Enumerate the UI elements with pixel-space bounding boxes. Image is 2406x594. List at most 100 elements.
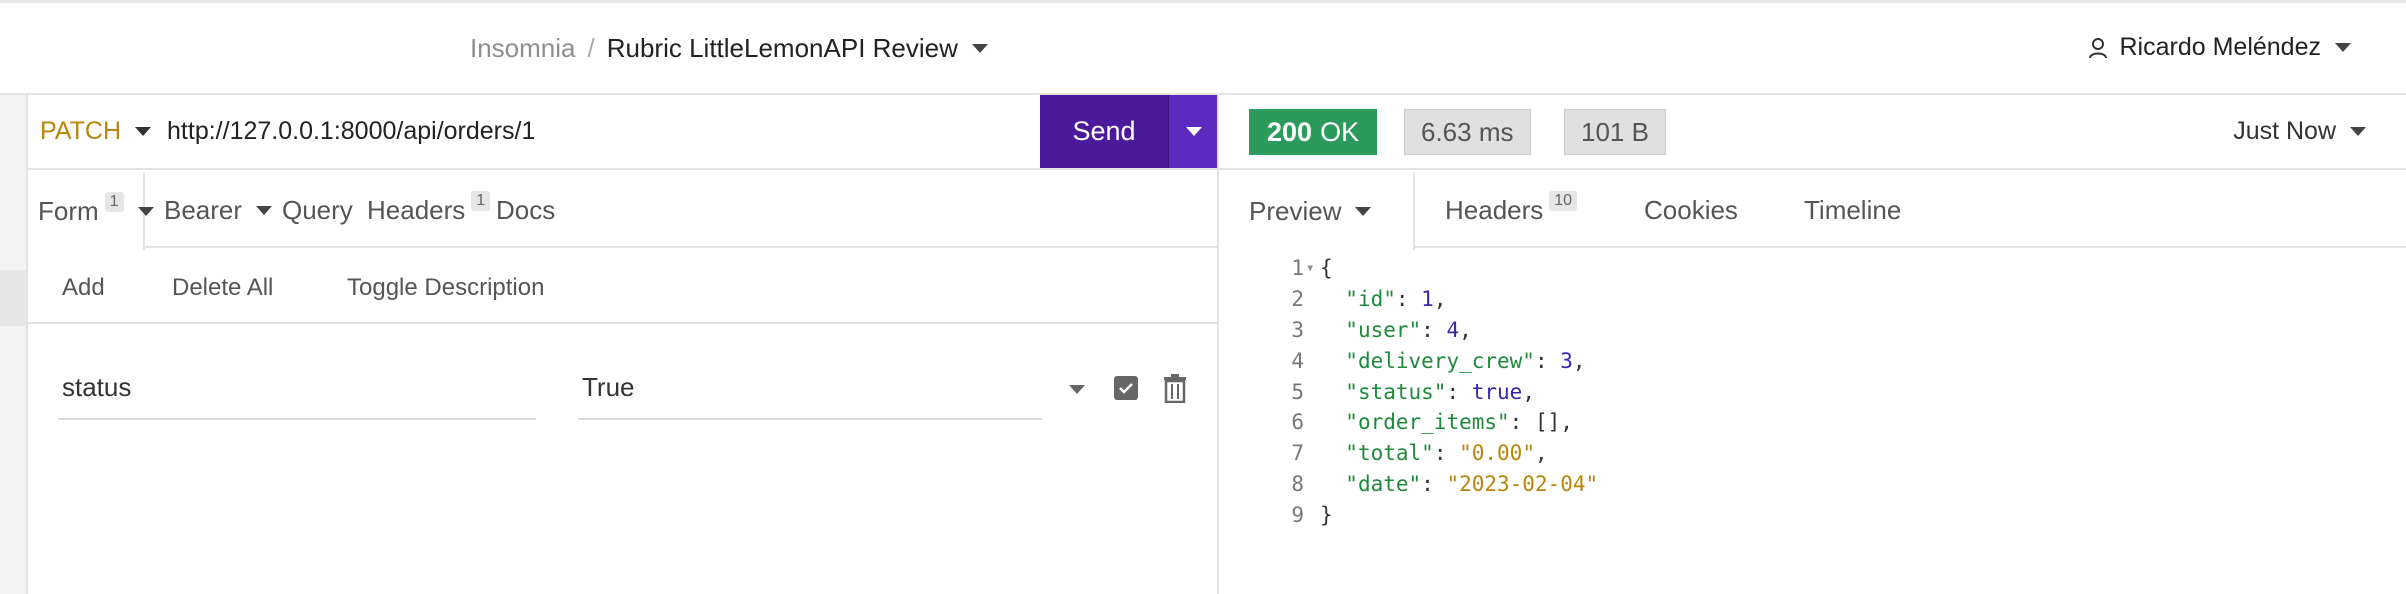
- param-type-dropdown-icon[interactable]: [1069, 385, 1085, 394]
- send-options-button[interactable]: [1168, 95, 1218, 168]
- json-brace: }: [1320, 502, 1333, 527]
- form-toolbar: Add Delete All Toggle Description: [28, 250, 1217, 324]
- user-menu[interactable]: Ricardo Meléndez: [2088, 33, 2351, 62]
- code-line: 8 "date": "2023-02-04": [1270, 469, 1598, 500]
- tab-timeline-label: Timeline: [1804, 194, 1902, 225]
- tab-headers-badge: 1: [471, 191, 491, 211]
- sidebar-selected-marker: [0, 270, 26, 326]
- json-value: 1: [1421, 287, 1434, 312]
- json-key: "delivery_crew": [1345, 348, 1535, 373]
- line-number: 9: [1291, 502, 1304, 527]
- method-dropdown-icon: [135, 127, 152, 136]
- code-line: 5 "status": true,: [1270, 376, 1598, 407]
- user-dropdown-icon[interactable]: [2335, 43, 2351, 52]
- json-value: true: [1471, 379, 1523, 404]
- tab-query[interactable]: Query: [282, 172, 353, 248]
- json-key: "user": [1345, 317, 1422, 342]
- code-line: 2 "id": 1,: [1270, 284, 1598, 315]
- send-button[interactable]: Send: [1040, 95, 1168, 168]
- history-label: Just Now: [2233, 117, 2336, 145]
- add-button[interactable]: Add: [62, 274, 105, 302]
- breadcrumb-separator: /: [587, 33, 595, 63]
- user-name: Ricardo Meléndez: [2119, 33, 2322, 61]
- response-size-badge: 101 B: [1564, 109, 1666, 155]
- top-bar: Insomnia / Rubric LittleLemonAPI Review …: [0, 0, 2406, 95]
- line-number: 6: [1291, 410, 1304, 435]
- tab-docs[interactable]: Docs: [496, 172, 555, 248]
- code-line: 4 "delivery_crew": 3,: [1270, 345, 1598, 376]
- fold-toggle-icon[interactable]: ▾: [1306, 260, 1320, 276]
- breadcrumb-project[interactable]: Rubric LittleLemonAPI Review: [607, 33, 958, 64]
- url-bar: PATCH http://127.0.0.1:8000/api/orders/1…: [28, 95, 1218, 170]
- tab-form-dropdown-icon: [137, 206, 154, 216]
- param-name-input[interactable]: status: [58, 350, 536, 420]
- tab-preview-dropdown-icon: [1355, 206, 1372, 216]
- json-value: []: [1534, 410, 1561, 435]
- breadcrumb: Insomnia / Rubric LittleLemonAPI Review: [470, 33, 988, 64]
- line-number: 2: [1291, 287, 1304, 312]
- line-number: 4: [1291, 348, 1304, 373]
- line-number: 7: [1291, 441, 1304, 466]
- sidebar-collapsed[interactable]: [0, 95, 28, 594]
- line-number: 5: [1291, 379, 1304, 404]
- tab-form-label: Form: [38, 195, 99, 226]
- tab-response-headers-label: Headers: [1445, 194, 1544, 225]
- response-tabs: Preview Headers 10 Cookies Timeline: [1219, 172, 2406, 250]
- tab-response-headers[interactable]: Headers 10: [1445, 172, 1578, 248]
- breadcrumb-app[interactable]: Insomnia: [470, 33, 576, 64]
- param-enabled-checkbox[interactable]: [1114, 376, 1138, 400]
- json-value: "2023-02-04": [1446, 471, 1599, 496]
- line-number: 3: [1291, 317, 1304, 342]
- checkmark-icon: [1119, 383, 1133, 394]
- tab-timeline[interactable]: Timeline: [1804, 172, 1901, 248]
- tab-query-label: Query: [282, 194, 353, 225]
- code-line: 6 "order_items": [],: [1270, 407, 1598, 438]
- json-brace: {: [1320, 256, 1333, 281]
- status-text: OK: [1320, 116, 1360, 147]
- trash-icon[interactable]: [1163, 373, 1187, 403]
- tab-docs-label: Docs: [496, 194, 556, 225]
- tab-bearer-label: Bearer: [164, 194, 243, 225]
- tab-form[interactable]: Form 1: [28, 172, 154, 250]
- code-line: 1 ▾{: [1270, 253, 1598, 284]
- tab-cookies[interactable]: Cookies: [1644, 172, 1738, 248]
- param-value-input[interactable]: True: [578, 350, 1042, 420]
- tab-headers[interactable]: Headers 1: [367, 172, 491, 248]
- code-line: 9}: [1270, 499, 1598, 530]
- json-value: 4: [1446, 317, 1460, 342]
- chevron-down-icon: [1185, 127, 1202, 136]
- request-tabs: Form 1 Bearer Query Headers 1 Docs: [28, 172, 1217, 250]
- tab-bearer[interactable]: Bearer: [164, 172, 273, 248]
- json-key: "id": [1345, 287, 1396, 312]
- history-dropdown-icon: [2350, 127, 2366, 136]
- line-number: 1: [1291, 256, 1304, 281]
- response-body-viewer[interactable]: 1 ▾{ 2 "id": 1, 3 "user": 4, 4 "delivery_…: [1270, 253, 1598, 530]
- json-value: 3: [1560, 348, 1573, 373]
- code-line: 3 "user": 4,: [1270, 315, 1598, 346]
- user-icon: [2088, 37, 2107, 58]
- history-dropdown[interactable]: Just Now: [2233, 117, 2366, 146]
- json-key: "date": [1345, 471, 1422, 496]
- tab-response-headers-badge: 10: [1549, 191, 1578, 211]
- response-time-badge: 6.63 ms: [1404, 109, 1531, 155]
- delete-all-button[interactable]: Delete All: [172, 274, 273, 302]
- code-line: 7 "total": "0.00",: [1270, 438, 1598, 469]
- json-key: "order_items": [1345, 410, 1510, 435]
- tab-preview-label: Preview: [1249, 195, 1342, 226]
- toggle-description-button[interactable]: Toggle Description: [347, 274, 544, 302]
- json-key: "status": [1345, 379, 1447, 404]
- status-badge: 200 OK: [1249, 109, 1378, 155]
- json-key: "total": [1345, 441, 1434, 466]
- tab-preview[interactable]: Preview: [1219, 172, 1415, 250]
- tab-form-badge: 1: [104, 192, 124, 212]
- tab-bearer-dropdown-icon: [256, 205, 273, 215]
- project-dropdown-icon[interactable]: [971, 44, 988, 53]
- status-code: 200: [1267, 116, 1313, 147]
- json-value: "0.00": [1459, 441, 1535, 466]
- line-number: 8: [1291, 471, 1304, 496]
- tab-cookies-label: Cookies: [1644, 194, 1738, 225]
- tab-headers-label: Headers: [367, 194, 466, 225]
- url-input[interactable]: http://127.0.0.1:8000/api/orders/1: [167, 117, 535, 146]
- method-label: PATCH: [40, 117, 122, 145]
- method-selector[interactable]: PATCH: [40, 117, 152, 146]
